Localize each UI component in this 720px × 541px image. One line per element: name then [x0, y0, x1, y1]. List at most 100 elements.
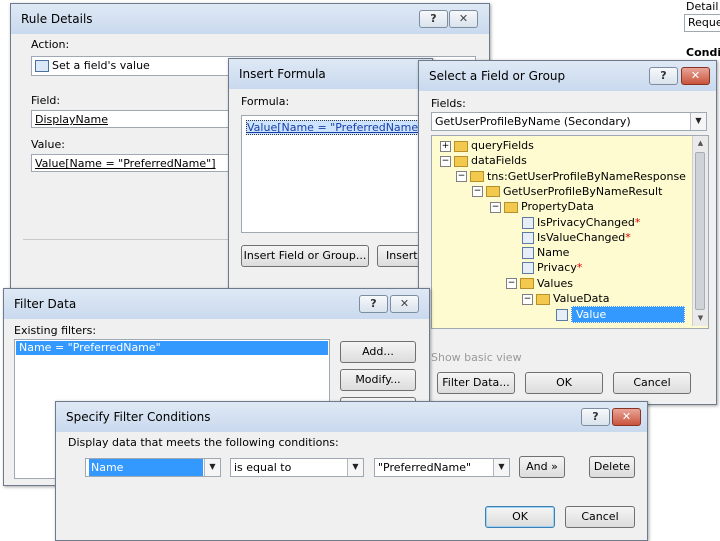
list-item[interactable]: Name = "PreferredName": [16, 341, 328, 355]
delete-button[interactable]: Delete: [589, 456, 635, 478]
field-tree[interactable]: + queryFields − dataFields − tns:GetUserProfi…: [431, 135, 709, 329]
field-label: Field:: [31, 94, 61, 107]
dialog-title: Insert Formula: [239, 67, 326, 81]
field-input[interactable]: DisplayName: [31, 110, 241, 128]
help-button[interactable]: ?: [419, 10, 448, 28]
field-icon: [522, 216, 534, 229]
tree-item[interactable]: Value: [556, 306, 685, 324]
title-bar: Specify Filter Conditions ? ✕: [56, 402, 647, 432]
and-button[interactable]: And »: [519, 456, 565, 478]
field-icon: [522, 262, 534, 275]
dialog-title: Rule Details: [21, 12, 93, 26]
action-value: Set a field's value: [52, 59, 150, 72]
tree-item[interactable]: − ValueData: [522, 291, 609, 306]
cancel-button[interactable]: Cancel: [613, 372, 691, 394]
folder-icon: [486, 186, 500, 198]
chevron-down-icon[interactable]: ▼: [690, 113, 706, 130]
close-button[interactable]: ✕: [681, 67, 710, 85]
tree-scrollbar[interactable]: ▲ ▼: [692, 136, 708, 326]
scroll-down-icon[interactable]: ▼: [693, 311, 708, 326]
detail-label: Detail: [686, 0, 719, 13]
tree-item[interactable]: − dataFields: [440, 153, 527, 168]
group-folder-icon: [536, 293, 550, 305]
collapse-icon[interactable]: −: [522, 293, 533, 305]
title-bar: Insert Formula: [229, 59, 432, 89]
scroll-up-icon[interactable]: ▲: [693, 136, 708, 151]
tree-item[interactable]: IsValueChanged*: [522, 230, 631, 245]
title-bar: Rule Details ? ✕: [11, 4, 489, 34]
tree-item-label: dataFields: [471, 154, 527, 168]
tree-item-label: queryFields: [471, 139, 534, 152]
title-bar: Select a Field or Group ? ✕: [419, 61, 716, 91]
chevron-down-icon[interactable]: ▼: [347, 459, 363, 476]
scroll-thumb[interactable]: [695, 152, 705, 310]
tree-item-label: Value: [571, 306, 685, 324]
field-icon: [556, 309, 568, 322]
modify-button[interactable]: Modify...: [340, 369, 416, 391]
tree-item-label: IsValueChanged: [537, 230, 626, 244]
close-button[interactable]: ✕: [449, 10, 478, 28]
tree-item-label: GetUserProfileByNameResult: [503, 184, 663, 198]
group-folder-icon: [504, 201, 518, 213]
field-select-value: Name: [89, 459, 203, 476]
chevron-down-icon[interactable]: ▼: [493, 459, 509, 476]
action-label: Action:: [31, 38, 70, 51]
close-button[interactable]: ✕: [612, 408, 641, 426]
tree-item[interactable]: Name: [522, 245, 569, 260]
tree-item[interactable]: − Values: [506, 276, 573, 291]
operator-select[interactable]: is equal to ▼: [230, 458, 364, 477]
formula-text: Value[Name = "PreferredName"]: [246, 120, 429, 135]
dialog-title: Specify Filter Conditions: [66, 410, 211, 424]
ok-button[interactable]: OK: [485, 506, 555, 528]
ok-button[interactable]: OK: [525, 372, 603, 394]
request-field[interactable]: Reque: [684, 14, 720, 32]
collapse-icon[interactable]: −: [490, 201, 501, 213]
add-button[interactable]: Add...: [340, 341, 416, 363]
tree-item-label: Name: [537, 246, 570, 260]
dialog-title: Select a Field or Group: [429, 69, 566, 83]
tree-item[interactable]: Privacy*: [522, 260, 582, 275]
title-bar: Filter Data ? ✕: [4, 289, 429, 319]
rule-action-icon: [35, 60, 49, 72]
value-input[interactable]: Value[Name = "PreferredName"]: [31, 154, 241, 172]
datasource-select[interactable]: GetUserProfileByName (Secondary) ▼: [431, 112, 707, 131]
field-icon: [522, 231, 534, 244]
collapse-icon[interactable]: −: [440, 155, 451, 167]
tree-item[interactable]: IsPrivacyChanged*: [522, 215, 640, 230]
fields-label: Fields:: [431, 97, 466, 110]
tree-item-label: IsPrivacyChanged: [537, 215, 635, 229]
insert-field-button[interactable]: Insert Field or Group...: [241, 245, 369, 267]
help-button[interactable]: ?: [649, 67, 678, 85]
field-icon: [522, 247, 534, 260]
tree-item-label: tns:GetUserProfileByNameResponse: [487, 169, 686, 183]
group-folder-icon: [520, 278, 534, 290]
show-basic-view-link[interactable]: Show basic view: [431, 351, 522, 364]
field-select[interactable]: Name ▼: [85, 458, 221, 477]
formula-label: Formula:: [241, 95, 290, 108]
collapse-icon[interactable]: −: [472, 186, 483, 198]
required-marker: *: [634, 215, 641, 229]
required-marker: *: [625, 230, 631, 244]
tree-item-label: Values: [537, 276, 573, 290]
help-button[interactable]: ?: [359, 295, 388, 313]
filter-data-button[interactable]: Filter Data...: [437, 372, 515, 394]
chevron-down-icon[interactable]: ▼: [204, 459, 220, 476]
tree-item[interactable]: − PropertyData: [490, 199, 594, 214]
collapse-icon[interactable]: −: [456, 171, 467, 183]
tree-item[interactable]: + queryFields: [440, 138, 534, 153]
expand-icon[interactable]: +: [440, 140, 451, 152]
value-label: Value:: [31, 138, 65, 151]
datasource-value: GetUserProfileByName (Secondary): [435, 115, 631, 128]
tree-item[interactable]: − tns:GetUserProfileByNameResponse: [456, 169, 686, 184]
value-select[interactable]: "PreferredName" ▼: [374, 458, 510, 477]
help-button[interactable]: ?: [581, 408, 610, 426]
cancel-button[interactable]: Cancel: [565, 506, 635, 528]
tree-item[interactable]: − GetUserProfileByNameResult: [472, 184, 662, 199]
existing-filters-label: Existing filters:: [14, 324, 97, 337]
select-field-dialog: Select a Field or Group ? ✕ Fields: GetU…: [418, 60, 717, 405]
collapse-icon[interactable]: −: [506, 278, 517, 290]
formula-textarea[interactable]: Value[Name = "PreferredName"]: [241, 115, 431, 233]
insert-formula-dialog: Insert Formula Formula: Value[Name = "Pr…: [228, 58, 433, 292]
operator-select-value: is equal to: [234, 461, 292, 474]
close-button[interactable]: ✕: [390, 295, 419, 313]
